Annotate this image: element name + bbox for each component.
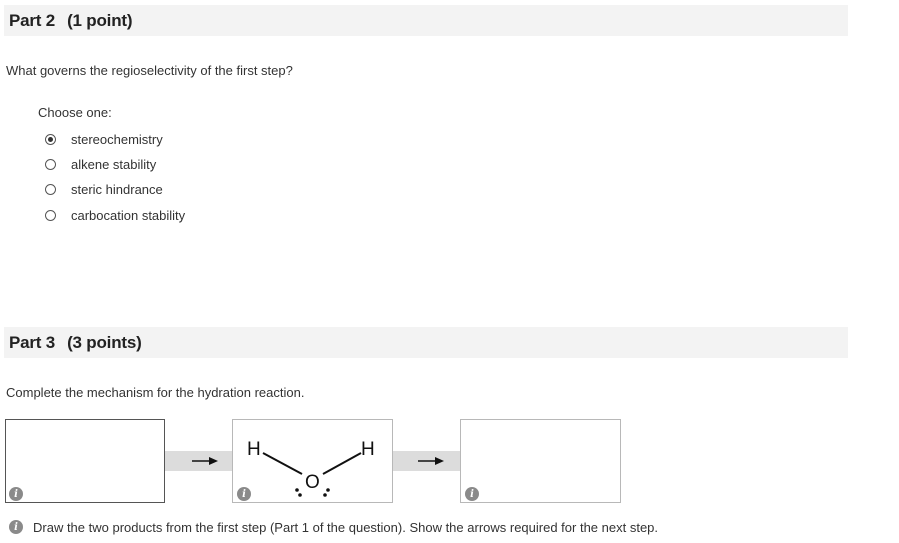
radio-icon[interactable] xyxy=(45,210,56,221)
part3-question: Complete the mechanism for the hydration… xyxy=(6,385,305,400)
radio-icon[interactable] xyxy=(45,184,56,195)
part3-points: (3 points) xyxy=(67,332,142,352)
option-label: alkene stability xyxy=(71,157,157,172)
part2-question: What governs the regioselectivity of the… xyxy=(6,63,293,78)
option-steric-hindrance[interactable]: steric hindrance xyxy=(45,182,163,197)
drawing-box-products[interactable] xyxy=(460,419,621,503)
choose-one-label: Choose one: xyxy=(38,105,112,120)
water-molecule: H O H xyxy=(247,439,375,497)
part3-title: Part 3 xyxy=(9,332,56,352)
info-icon: i xyxy=(9,520,23,534)
radio-icon[interactable] xyxy=(45,159,56,170)
option-carbocation-stability[interactable]: carbocation stability xyxy=(45,208,185,223)
radio-icon[interactable] xyxy=(45,134,56,145)
drawing-box-reactants[interactable] xyxy=(5,419,165,503)
option-label: carbocation stability xyxy=(71,208,186,223)
atom-h-right: H xyxy=(361,439,375,460)
info-icon[interactable]: i xyxy=(465,487,479,501)
lone-pair-dot xyxy=(298,493,302,497)
hint-note: Draw the two products from the first ste… xyxy=(33,520,659,535)
option-alkene-stability[interactable]: alkene stability xyxy=(45,157,156,172)
atom-o: O xyxy=(305,472,320,493)
right-arrow-icon xyxy=(418,457,444,465)
drawing-box-water[interactable]: H O H xyxy=(232,419,393,503)
option-label: steric hindrance xyxy=(71,182,163,197)
part3-header: Part 3 (3 points) xyxy=(4,327,848,358)
part2-header: Part 2 (1 point) xyxy=(4,5,848,36)
info-icon[interactable]: i xyxy=(9,487,23,501)
info-icon[interactable]: i xyxy=(237,487,251,501)
atom-h-left: H xyxy=(247,439,261,460)
right-arrow-icon xyxy=(192,457,218,465)
option-label: stereochemistry xyxy=(71,132,163,147)
lone-pair-dot xyxy=(326,488,330,492)
option-stereochemistry[interactable]: stereochemistry xyxy=(45,132,163,147)
part2-title: Part 2 xyxy=(9,10,56,30)
lone-pair-dot xyxy=(323,493,327,497)
part2-points: (1 point) xyxy=(67,10,133,30)
lone-pair-dot xyxy=(295,488,299,492)
